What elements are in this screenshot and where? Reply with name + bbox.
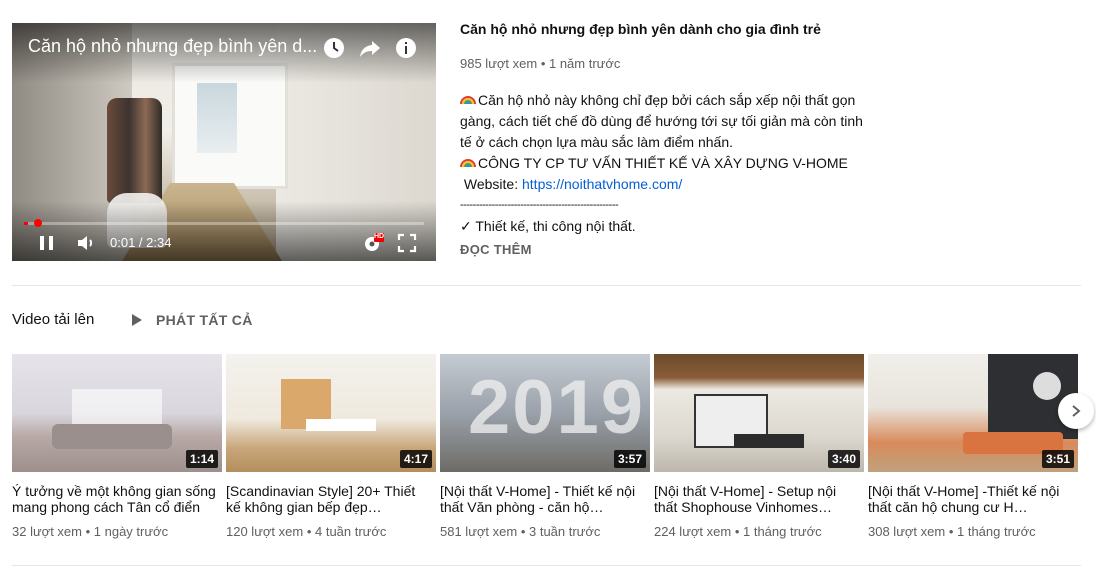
rainbow-icon (460, 159, 476, 168)
duration-badge: 3:40 (827, 450, 860, 468)
play-all-button[interactable]: PHÁT TẤT CẢ (130, 312, 253, 328)
rainbow-icon (460, 96, 476, 105)
video-card[interactable]: 1:14 Ý tưởng về một không gian sống mang… (12, 354, 222, 539)
info-icon[interactable] (394, 36, 418, 60)
progress-bar[interactable] (24, 219, 424, 227)
duration-badge: 1:14 (185, 450, 218, 468)
video-card-meta: 308 lượt xem • 1 tháng trước (868, 524, 1036, 539)
video-thumbnail[interactable]: 4:17 (226, 354, 436, 472)
divider (12, 565, 1081, 566)
duration-badge: 3:57 (613, 450, 646, 468)
video-card-meta: 224 lượt xem • 1 tháng trước (654, 524, 822, 539)
next-arrow-button[interactable] (1058, 393, 1094, 429)
video-card[interactable]: 3:40 [Nội thất V-Home] - Setup nội thất … (654, 354, 864, 539)
share-icon[interactable] (358, 36, 382, 60)
volume-icon[interactable] (74, 231, 98, 255)
player-title[interactable]: Căn hộ nhỏ nhưng đẹp bình yên d... (28, 36, 318, 57)
fullscreen-icon[interactable] (395, 231, 419, 255)
video-thumbnail[interactable]: 3:51 (868, 354, 1078, 472)
pause-icon[interactable] (36, 231, 58, 255)
video-card-title[interactable]: Ý tưởng về một không gian sống mang phon… (12, 483, 217, 515)
video-description: Căn hộ nhỏ này không chỉ đẹp bởi cách sắ… (460, 90, 870, 237)
read-more-button[interactable]: ĐỌC THÊM (460, 242, 532, 257)
time-display: 0:01 / 2:34 (110, 235, 172, 250)
video-thumbnail[interactable]: 1:14 (12, 354, 222, 472)
video-card-meta: 32 lượt xem • 1 ngày trước (12, 524, 169, 539)
rule-text: ----------------------------------------… (460, 199, 619, 211)
video-card[interactable]: 3:51 [Nội thất V-Home] -Thiết kế nội thấ… (868, 354, 1078, 539)
video-player[interactable]: Căn hộ nhỏ nhưng đẹp bình yên d... 0:01 … (12, 23, 436, 261)
duration-badge: 4:17 (399, 450, 432, 468)
duration-badge: 3:51 (1041, 450, 1074, 468)
video-title[interactable]: Căn hộ nhỏ nhưng đẹp bình yên dành cho g… (460, 21, 821, 37)
video-card-title[interactable]: [Nội thất V-Home] - Thiết kế nội thất Vă… (440, 483, 645, 515)
divider (12, 285, 1081, 286)
video-meta: 985 lượt xem • 1 năm trước (460, 56, 621, 71)
desc-line: ✓ Thiết kế, thi công nội thất. (460, 218, 636, 234)
website-link[interactable]: https://noithatvhome.com/ (522, 176, 682, 192)
video-card-title[interactable]: [Nội thất V-Home] -Thiết kế nội thất căn… (868, 483, 1073, 515)
play-icon (132, 314, 142, 326)
video-thumbnail[interactable]: 2019 3:57 (440, 354, 650, 472)
video-thumbnail[interactable]: 3:40 (654, 354, 864, 472)
scrubber-handle[interactable] (34, 219, 42, 227)
hd-badge: HD (374, 233, 385, 240)
video-card-title[interactable]: [Scandinavian Style] 20+ Thiết kế không … (226, 483, 431, 515)
thumbnail-overlay-text: 2019 (468, 365, 646, 450)
video-card-meta: 581 lượt xem • 3 tuần trước (440, 524, 601, 539)
clock-icon[interactable] (322, 36, 346, 60)
video-card-meta: 120 lượt xem • 4 tuần trước (226, 524, 387, 539)
chevron-right-icon (1072, 405, 1081, 417)
video-card-title[interactable]: [Nội thất V-Home] - Setup nội thất Shoph… (654, 483, 859, 515)
video-card[interactable]: 4:17 [Scandinavian Style] 20+ Thiết kế k… (226, 354, 436, 539)
section-title[interactable]: Video tải lên (12, 311, 94, 328)
video-card[interactable]: 2019 3:57 [Nội thất V-Home] - Thiết kế n… (440, 354, 650, 539)
